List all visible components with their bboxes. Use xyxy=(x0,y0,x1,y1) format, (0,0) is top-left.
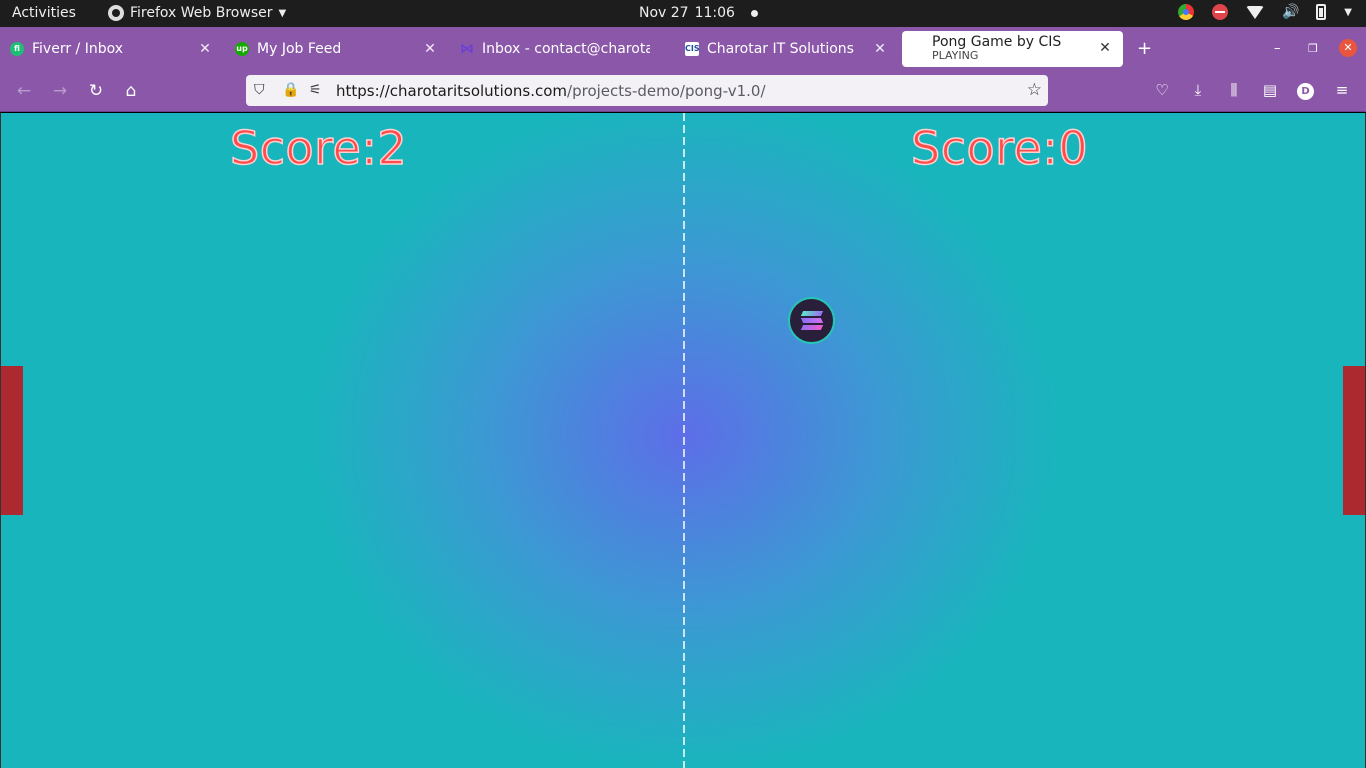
tab-playing-label: PLAYING xyxy=(932,49,979,62)
solana-logo-stripe xyxy=(800,311,824,316)
minimize-button[interactable]: – xyxy=(1274,41,1281,56)
tab-charotar[interactable]: CIS Charotar IT Solutions ✕ xyxy=(685,32,888,66)
system-tray[interactable]: 🔊 ▼ xyxy=(1178,4,1352,20)
left-player-score: Score:2 xyxy=(229,120,408,176)
tab-fiverr[interactable]: fi Fiverr / Inbox ✕ xyxy=(10,32,213,66)
bookmark-star-icon[interactable]: ☆ xyxy=(1027,80,1042,100)
close-icon[interactable]: ✕ xyxy=(197,41,213,57)
forward-button[interactable]: → xyxy=(50,81,70,101)
close-window-button[interactable]: ✕ xyxy=(1339,39,1357,57)
right-player-score: Score:0 xyxy=(910,120,1089,176)
reload-button[interactable]: ↻ xyxy=(86,81,106,101)
tab-title: Inbox - contact@charotar xyxy=(482,41,650,57)
battery-icon[interactable] xyxy=(1316,4,1327,20)
clock-time: 11:06 xyxy=(694,5,735,21)
chevron-down-icon[interactable]: ▼ xyxy=(1344,7,1352,18)
library-icon[interactable]: ⫼ xyxy=(1224,81,1244,99)
url-path: /projects-demo/pong-v1.0/ xyxy=(567,82,766,100)
left-paddle[interactable] xyxy=(1,366,23,515)
close-icon[interactable]: ✕ xyxy=(422,41,438,57)
menu-icon[interactable]: ≡ xyxy=(1332,81,1352,99)
tab-title-block: Pong Game by CIS PLAYING xyxy=(932,35,1061,63)
tab-job-feed[interactable]: up My Job Feed ✕ xyxy=(235,32,438,66)
navigation-bar: ← → ↻ ⌂ ⛉ 🔒 ⚟ https://charotaritsolution… xyxy=(0,71,1366,112)
right-paddle xyxy=(1343,366,1365,515)
restore-button[interactable]: ❐ xyxy=(1308,42,1318,55)
lock-icon[interactable]: 🔒 xyxy=(282,82,299,98)
wifi-icon[interactable] xyxy=(1246,5,1265,19)
pong-game-canvas[interactable]: Score:2 Score:0 xyxy=(0,113,1366,768)
system-top-bar: Activities Firefox Web Browser ▼ Nov 27 … xyxy=(0,0,1366,27)
tab-title: My Job Feed xyxy=(257,41,342,57)
do-not-disturb-icon[interactable] xyxy=(1212,4,1229,20)
new-tab-button[interactable]: + xyxy=(1137,38,1152,59)
sidebar-icon[interactable]: ▤ xyxy=(1260,81,1280,99)
tab-strip: fi Fiverr / Inbox ✕ up My Job Feed ✕ ⋈ I… xyxy=(0,27,1366,71)
url-text[interactable]: https://charotaritsolutions.com/projects… xyxy=(336,82,766,100)
app-menu[interactable]: Firefox Web Browser ▼ xyxy=(108,5,286,21)
back-button[interactable]: ← xyxy=(14,81,34,101)
tab-title: Fiverr / Inbox xyxy=(32,41,124,57)
mail-icon: ⋈ xyxy=(460,41,474,57)
close-icon[interactable]: ✕ xyxy=(872,41,888,57)
tab-title: Charotar IT Solutions xyxy=(707,41,854,57)
close-icon[interactable]: ✕ xyxy=(1097,40,1113,56)
url-host: https://charotaritsolutions.com xyxy=(336,82,568,100)
fiverr-icon: fi xyxy=(10,42,24,56)
account-avatar[interactable]: D xyxy=(1297,83,1314,100)
notification-dot-icon xyxy=(750,9,758,17)
center-dashed-line xyxy=(683,113,685,768)
tab-inbox[interactable]: ⋈ Inbox - contact@charotar xyxy=(460,32,663,66)
activities-button[interactable]: Activities xyxy=(12,5,76,21)
solana-logo-stripe xyxy=(800,318,824,323)
app-menu-label: Firefox Web Browser xyxy=(130,5,273,21)
shield-icon[interactable]: ⛉ xyxy=(254,82,265,98)
solana-logo-stripe xyxy=(800,325,824,330)
clock[interactable]: Nov 27 11:06 xyxy=(639,5,758,21)
cis-icon: CIS xyxy=(685,42,700,56)
chrome-icon[interactable] xyxy=(1178,4,1195,20)
home-button[interactable]: ⌂ xyxy=(121,81,141,101)
upwork-icon: up xyxy=(235,42,249,56)
tab-pong-game[interactable]: Pong Game by CIS PLAYING ✕ xyxy=(902,31,1123,67)
url-bar[interactable]: ⛉ 🔒 ⚟ https://charotaritsolutions.com/pr… xyxy=(246,75,1048,106)
permissions-icon[interactable]: ⚟ xyxy=(309,82,322,98)
chevron-down-icon: ▼ xyxy=(278,7,287,19)
firefox-icon xyxy=(108,5,124,21)
solana-ball xyxy=(788,297,835,344)
downloads-icon[interactable]: ⤓ xyxy=(1188,81,1208,99)
clock-date: Nov 27 xyxy=(639,5,689,21)
pocket-icon[interactable]: ♡ xyxy=(1152,81,1172,99)
tab-title: Pong Game by CIS xyxy=(932,34,1062,50)
volume-icon[interactable]: 🔊 xyxy=(1282,4,1299,20)
